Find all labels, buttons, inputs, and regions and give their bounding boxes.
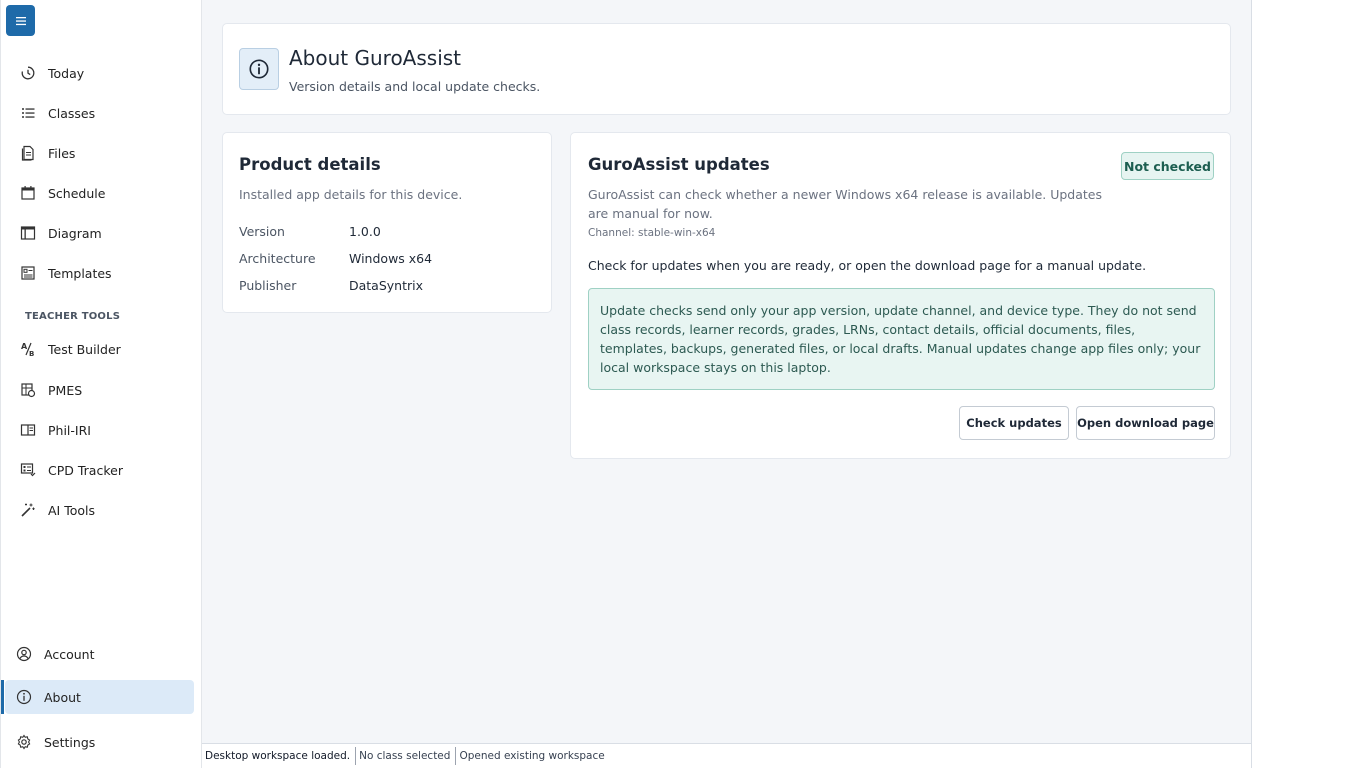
info-icon (15, 688, 33, 706)
list-icon (19, 104, 37, 122)
magic-wand-icon (19, 501, 37, 519)
sidebar-item-today[interactable]: Today (5, 56, 194, 90)
book-icon (19, 421, 37, 439)
menu-toggle-button[interactable] (6, 5, 35, 36)
privacy-notice: Update checks send only your app version… (588, 288, 1215, 390)
architecture-value: Windows x64 (349, 251, 433, 266)
calendar-icon (19, 184, 37, 202)
publisher-value: DataSyntrix (349, 278, 424, 293)
sidebar-item-files[interactable]: Files (5, 136, 194, 170)
page-subtitle: Version details and local update checks. (289, 79, 541, 94)
product-details-card: Product details Installed app details fo… (222, 132, 552, 313)
sidebar-item-label: Templates (48, 265, 112, 281)
page-title: About GuroAssist (289, 46, 462, 70)
pmes-icon (19, 381, 37, 399)
page-header: About GuroAssist Version details and loc… (222, 23, 1231, 115)
svg-text:B: B (29, 350, 34, 357)
updates-card: GuroAssist updates Not checked GuroAssis… (570, 132, 1231, 459)
sidebar-item-label: AI Tools (48, 502, 96, 518)
open-download-page-button[interactable]: Open download page (1076, 406, 1215, 440)
template-icon (19, 264, 37, 282)
version-label: Version (239, 224, 285, 239)
sidebar-item-label: Account (44, 646, 95, 662)
status-class: No class selected (356, 747, 457, 765)
version-value: 1.0.0 (349, 224, 381, 239)
sidebar-item-label: Test Builder (48, 341, 121, 357)
tracker-icon (19, 461, 37, 479)
layout-icon (19, 224, 37, 242)
section-label-teacher-tools: TEACHER TOOLS (25, 311, 121, 322)
status-workspace: Desktop workspace loaded. (202, 747, 357, 765)
user-circle-icon (15, 645, 33, 663)
sidebar-item-schedule[interactable]: Schedule (5, 176, 194, 210)
info-icon (239, 48, 279, 90)
sidebar-item-about[interactable]: About (1, 680, 194, 714)
update-channel: Channel: stable-win-x64 (588, 227, 716, 239)
sidebar-item-ai-tools[interactable]: AI Tools (5, 493, 194, 527)
gear-icon (15, 733, 33, 751)
updates-description: GuroAssist can check whether a newer Win… (588, 187, 1103, 221)
status-bar: Desktop workspace loaded. No class selec… (202, 743, 1251, 768)
main-content: About GuroAssist Version details and loc… (202, 0, 1251, 743)
product-details-subtitle: Installed app details for this device. (239, 187, 463, 202)
sidebar-item-templates[interactable]: Templates (5, 256, 194, 290)
sidebar-item-label: Phil-IRI (48, 422, 91, 438)
status-badge: Not checked (1121, 152, 1214, 180)
sidebar: Today Classes Files Schedule Diagram Tem… (0, 0, 202, 768)
sidebar-item-label: Files (48, 145, 76, 161)
file-icon (19, 144, 37, 162)
sidebar-item-label: About (44, 689, 81, 705)
sidebar-item-label: Settings (44, 734, 96, 750)
sidebar-item-label: Diagram (48, 225, 102, 241)
publisher-label: Publisher (239, 278, 297, 293)
sidebar-item-label: Classes (48, 105, 96, 121)
product-details-title: Product details (239, 155, 381, 174)
sidebar-item-settings[interactable]: Settings (5, 725, 194, 759)
sidebar-item-pmes[interactable]: PMES (5, 373, 194, 407)
sidebar-item-label: Today (48, 65, 85, 81)
updates-title: GuroAssist updates (588, 155, 770, 174)
svg-text:A: A (21, 342, 28, 351)
sidebar-item-label: CPD Tracker (48, 462, 123, 478)
sidebar-item-cpd-tracker[interactable]: CPD Tracker (5, 453, 194, 487)
app-window: Today Classes Files Schedule Diagram Tem… (0, 0, 1252, 768)
sidebar-item-label: Schedule (48, 185, 106, 201)
sidebar-item-phil-iri[interactable]: Phil-IRI (5, 413, 194, 447)
clock-icon (19, 64, 37, 82)
hamburger-icon (15, 16, 26, 25)
sidebar-item-account[interactable]: Account (5, 637, 194, 671)
sidebar-item-test-builder[interactable]: AB Test Builder (5, 332, 194, 366)
check-updates-button[interactable]: Check updates (959, 406, 1069, 440)
sidebar-item-label: PMES (48, 382, 83, 398)
architecture-label: Architecture (239, 251, 316, 266)
sidebar-item-diagram[interactable]: Diagram (5, 216, 194, 250)
updates-prompt: Check for updates when you are ready, or… (588, 258, 1147, 273)
test-builder-icon: AB (19, 340, 37, 358)
status-info: Opened existing workspace (459, 750, 605, 762)
sidebar-item-classes[interactable]: Classes (5, 96, 194, 130)
